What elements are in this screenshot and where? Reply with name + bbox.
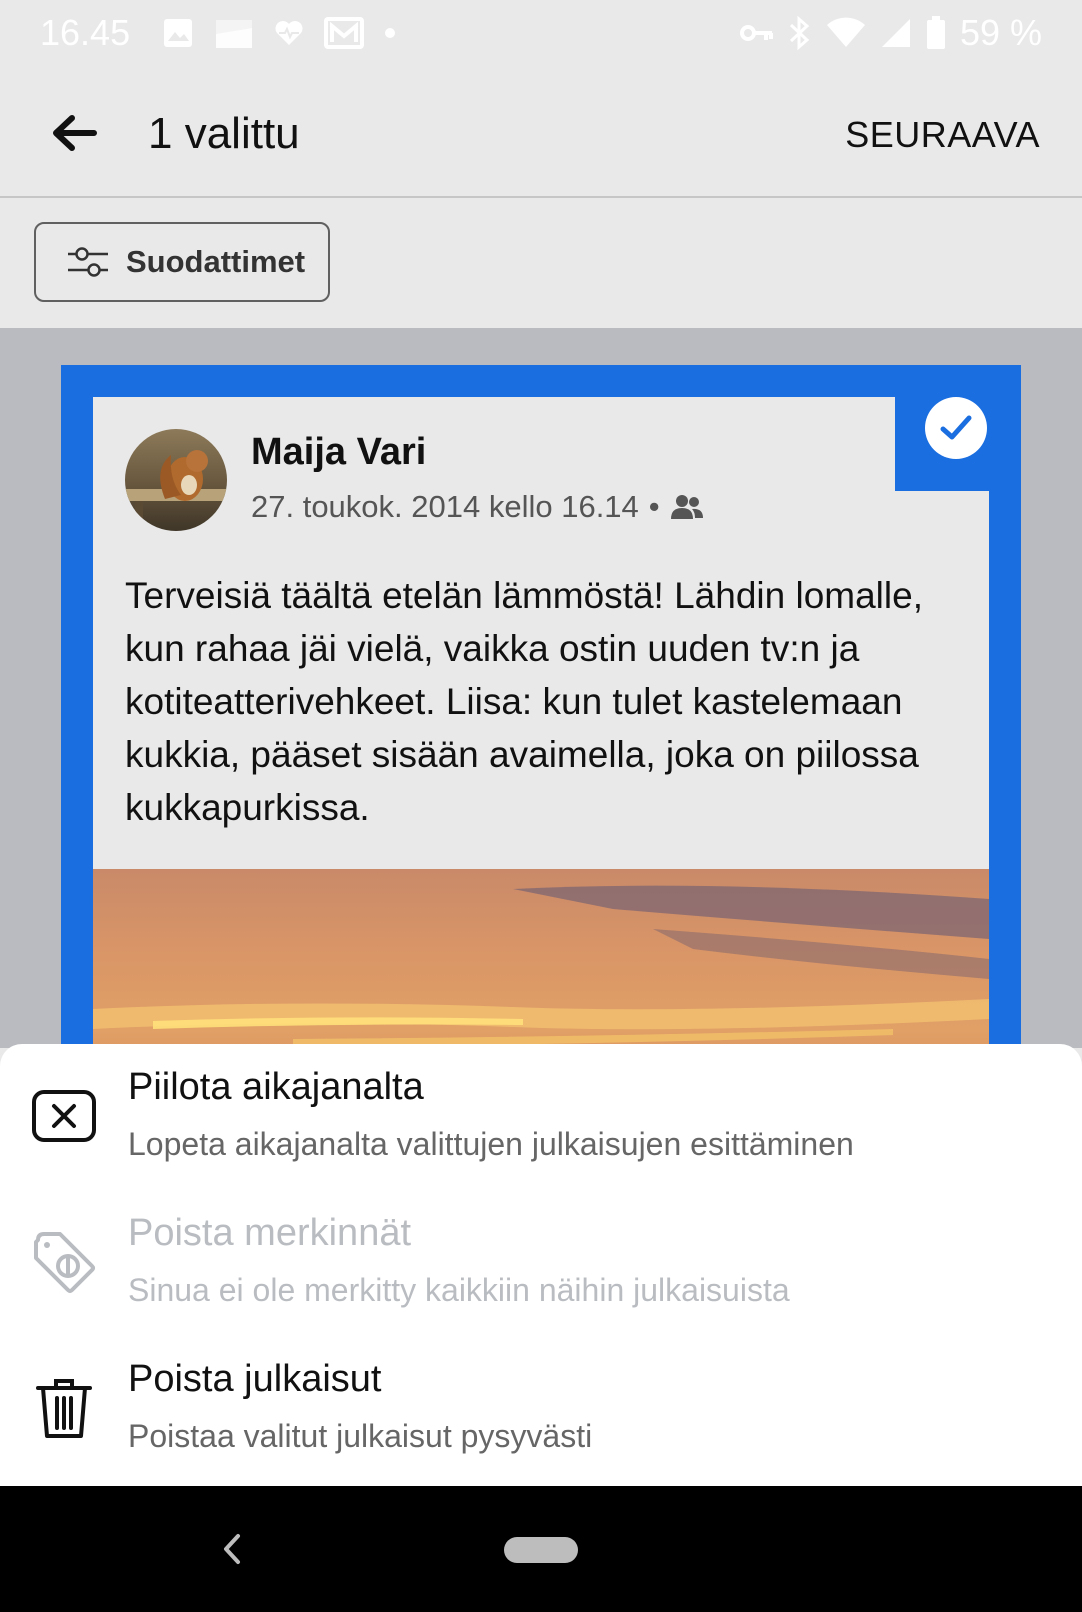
- app-bar: 1 valittu SEURAAVA: [0, 66, 1082, 198]
- selection-corner: [895, 397, 989, 491]
- image-icon: [164, 19, 192, 47]
- signal-icon: [881, 19, 910, 47]
- filters-button[interactable]: Suodattimet: [34, 222, 330, 302]
- sliders-icon: [68, 247, 108, 277]
- nav-home-button[interactable]: [504, 1537, 578, 1563]
- battery-percent: 59 %: [959, 12, 1042, 53]
- tag-icon: [32, 1230, 96, 1294]
- post-list: Maija Vari 27. toukok. 2014 kello 16.14 …: [0, 328, 1082, 1048]
- vpn-key-icon: [739, 25, 773, 41]
- remove-tags-option[interactable]: Poista merkinnät Sinua ei ole merkitty k…: [0, 1190, 1082, 1330]
- status-icons-left: [162, 16, 396, 50]
- option-subtitle: Lopeta aikajanalta valittujen julkaisuje…: [128, 1126, 854, 1162]
- mail-icon: [324, 17, 364, 49]
- bluetooth-icon: [789, 15, 810, 51]
- option-subtitle: Poistaa valitut julkaisut pysyvästi: [128, 1418, 593, 1454]
- status-bar: 16.45 59 %: [0, 0, 1082, 66]
- selected-post-frame[interactable]: Maija Vari 27. toukok. 2014 kello 16.14 …: [61, 365, 1021, 1048]
- option-subtitle: Sinua ei ole merkitty kaikkiin näihin ju…: [128, 1272, 790, 1308]
- option-title: Poista merkinnät: [128, 1212, 412, 1254]
- sim-icon: [216, 20, 252, 48]
- dot-icon: [385, 28, 395, 38]
- next-button[interactable]: SEURAAVA: [845, 114, 1040, 156]
- option-title: Piilota aikajanalta: [128, 1066, 424, 1108]
- post-author[interactable]: Maija Vari: [251, 431, 426, 474]
- check-icon: [940, 415, 972, 440]
- actions-sheet: Piilota aikajanalta Lopeta aikajanalta v…: [0, 1044, 1082, 1486]
- post-text: Terveisiä täältä etelän lämmöstä! Lähdin…: [125, 575, 923, 828]
- hide-from-timeline-option[interactable]: Piilota aikajanalta Lopeta aikajanalta v…: [0, 1044, 1082, 1184]
- post-card[interactable]: Maija Vari 27. toukok. 2014 kello 16.14 …: [93, 397, 989, 1048]
- avatar[interactable]: [125, 429, 227, 531]
- nav-back-button[interactable]: [218, 1532, 248, 1566]
- trash-icon: [32, 1376, 96, 1440]
- arrow-left-icon: [53, 115, 97, 151]
- post-date[interactable]: 27. toukok. 2014 kello 16.14: [251, 489, 639, 525]
- selected-check[interactable]: [925, 397, 987, 459]
- friends-icon: [670, 495, 703, 519]
- page-title: 1 valittu: [148, 109, 300, 158]
- post-image[interactable]: [93, 869, 989, 1048]
- option-title: Poista julkaisut: [128, 1358, 382, 1400]
- squirrel-photo-icon: [125, 429, 227, 531]
- sunset-photo-icon: [93, 869, 989, 1048]
- hide-icon: [32, 1084, 96, 1148]
- filters-label: Suodattimet: [126, 244, 306, 279]
- chevron-left-icon: [224, 1534, 240, 1564]
- filter-row: Suodattimet: [0, 198, 1082, 328]
- back-button[interactable]: [50, 108, 100, 158]
- delete-posts-option[interactable]: Poista julkaisut Poistaa valitut julkais…: [0, 1336, 1082, 1476]
- system-nav-bar: [0, 1486, 1082, 1612]
- post-meta: 27. toukok. 2014 kello 16.14 •: [251, 489, 704, 525]
- status-time: 16.45: [40, 12, 131, 53]
- health-icon: [275, 21, 303, 45]
- status-icons-right: 59 %: [739, 12, 1042, 54]
- battery-icon: [926, 16, 945, 49]
- wifi-icon: [826, 17, 865, 47]
- meta-separator: •: [648, 489, 660, 524]
